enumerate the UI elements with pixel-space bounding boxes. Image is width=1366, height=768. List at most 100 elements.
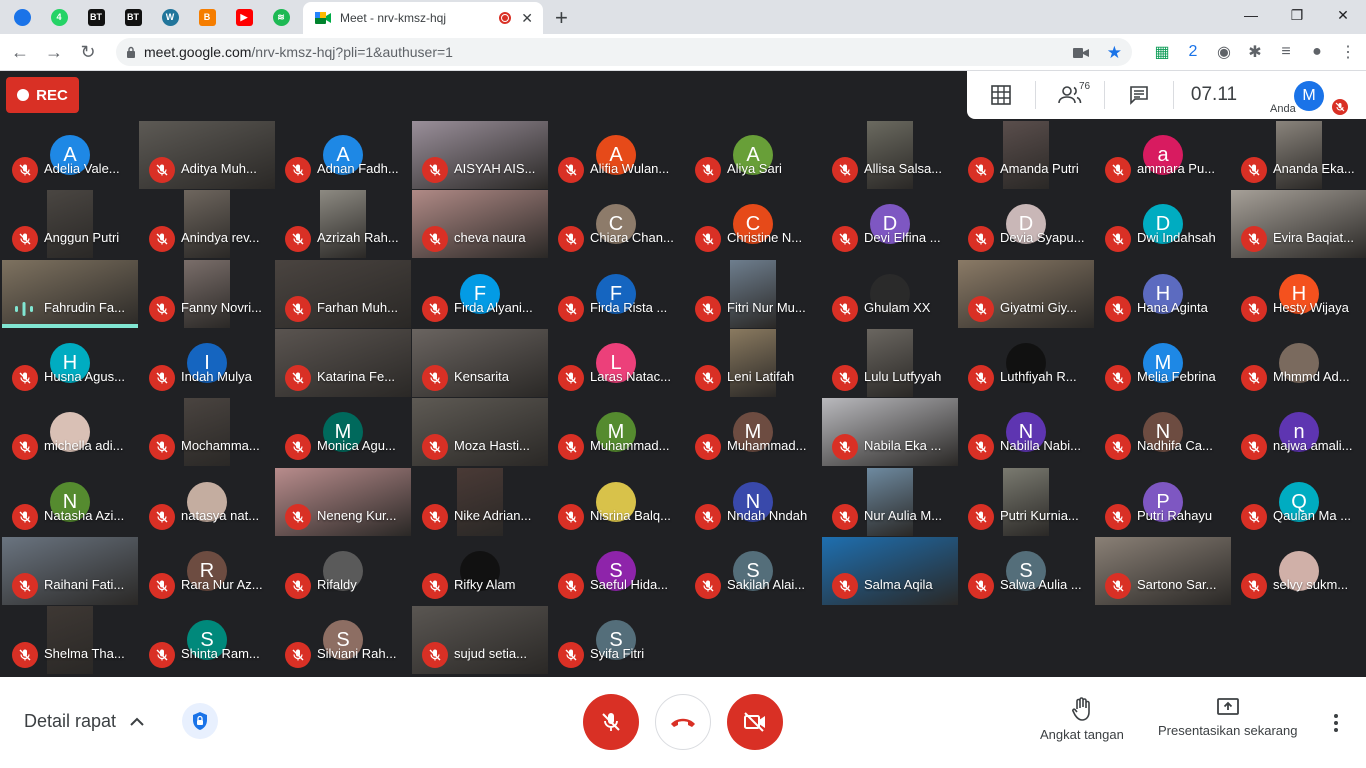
chrome-menu-icon[interactable]: ⋮ <box>1339 43 1357 61</box>
participant-tile[interactable]: C Christine N... <box>685 190 821 258</box>
participant-tile[interactable]: P Putri Rahayu <box>1095 468 1231 536</box>
participant-tile[interactable]: n najwa amali... <box>1231 398 1366 466</box>
participant-tile[interactable]: Putri Kurnia... <box>958 468 1094 536</box>
participant-tile[interactable]: S Shinta Ram... <box>139 606 275 674</box>
participant-tile[interactable]: Kensarita <box>412 329 548 397</box>
participant-tile[interactable]: N Nadhifa Ca... <box>1095 398 1231 466</box>
participant-tile[interactable]: Shelma Tha... <box>2 606 138 674</box>
participant-tile[interactable]: N Natasha Azi... <box>2 468 138 536</box>
participant-tile[interactable]: Fanny Novri... <box>139 260 275 328</box>
participant-tile[interactable]: Farhan Muh... <box>275 260 411 328</box>
participant-tile[interactable]: cheva naura <box>412 190 548 258</box>
puzzle-extension-icon[interactable]: ✱ <box>1246 43 1264 61</box>
bt-tab-2[interactable]: BT <box>118 2 148 32</box>
participant-tile[interactable]: Fahrudin Fa... <box>2 260 138 328</box>
participant-tile[interactable]: Ananda Eka... <box>1231 121 1366 189</box>
participants-button[interactable]: 76 <box>1036 71 1104 119</box>
participant-tile[interactable]: Salma Aqila <box>822 537 958 605</box>
participant-tile[interactable]: Q Qaulan Ma ... <box>1231 468 1366 536</box>
participant-tile[interactable]: Aditya Muh... <box>139 121 275 189</box>
participant-tile[interactable]: Rifky Alam <box>412 537 548 605</box>
participant-tile[interactable]: S Sakilah Alai... <box>685 537 821 605</box>
url-text[interactable]: meet.google.com/nrv-kmsz-hqj?pli=1&authu… <box>144 44 453 60</box>
close-tab-icon[interactable]: ✕ <box>521 10 533 27</box>
minimize-button[interactable]: — <box>1228 0 1274 30</box>
bookmark-star-icon[interactable]: ★ <box>1107 43 1122 63</box>
participant-tile[interactable]: M Muhammad... <box>685 398 821 466</box>
participant-tile[interactable]: Azrizah Rah... <box>275 190 411 258</box>
chat-button[interactable] <box>1105 71 1173 119</box>
maximize-button[interactable]: ❐ <box>1274 0 1320 30</box>
participant-tile[interactable]: Sartono Sar... <box>1095 537 1231 605</box>
participant-tile[interactable]: Katarina Fe... <box>275 329 411 397</box>
participant-tile[interactable]: F Firda Alyani... <box>412 260 548 328</box>
participant-tile[interactable]: Mhmmd Ad... <box>1231 329 1366 397</box>
participant-tile[interactable]: C Chiara Chan... <box>548 190 684 258</box>
participant-tile[interactable]: S Syifa Fitri <box>548 606 684 674</box>
participant-tile[interactable]: A Alifia Wulan... <box>548 121 684 189</box>
participant-tile[interactable]: H Hesty Wijaya <box>1231 260 1366 328</box>
participant-tile[interactable]: Mochamma... <box>139 398 275 466</box>
wordpress-tab[interactable]: W <box>155 2 185 32</box>
close-window-button[interactable]: ✕ <box>1320 0 1366 30</box>
participant-tile[interactable]: A Adnan Fadh... <box>275 121 411 189</box>
participant-tile[interactable]: Rifaldy <box>275 537 411 605</box>
participant-tile[interactable]: A Aliya Sari <box>685 121 821 189</box>
whatsapp-tab[interactable]: 4 <box>44 2 74 32</box>
participant-tile[interactable]: Moza Hasti... <box>412 398 548 466</box>
participant-tile[interactable]: Amanda Putri <box>958 121 1094 189</box>
participant-tile[interactable]: Nisrina Balq... <box>548 468 684 536</box>
participant-tile[interactable]: S Silviani Rah... <box>275 606 411 674</box>
self-view[interactable]: Anda M <box>1254 71 1348 119</box>
participant-tile[interactable]: Lulu Lutfyyah <box>822 329 958 397</box>
participant-tile[interactable]: Fitri Nur Mu... <box>685 260 821 328</box>
bt-tab-1[interactable]: BT <box>81 2 111 32</box>
media-control-icon[interactable]: ≡ <box>1277 43 1295 61</box>
participant-tile[interactable]: Leni Latifah <box>685 329 821 397</box>
host-controls-button[interactable] <box>182 703 218 739</box>
present-now-button[interactable]: Presentasikan sekarang <box>1158 697 1297 738</box>
participant-tile[interactable]: H Hana Aginta <box>1095 260 1231 328</box>
participant-tile[interactable]: S Salwa Aulia ... <box>958 537 1094 605</box>
more-options-button[interactable] <box>1326 711 1346 735</box>
participant-tile[interactable]: Luthfiyah R... <box>958 329 1094 397</box>
participant-tile[interactable]: M Monica Agu... <box>275 398 411 466</box>
layout-grid-button[interactable] <box>967 71 1035 119</box>
participant-tile[interactable]: I Indah Mulya <box>139 329 275 397</box>
blogger-tab[interactable]: B <box>192 2 222 32</box>
docs-extension-icon[interactable]: 2 <box>1184 43 1202 61</box>
participant-tile[interactable]: Ghulam XX <box>822 260 958 328</box>
participant-tile[interactable]: selvy sukm... <box>1231 537 1366 605</box>
sheets-extension-icon[interactable]: ▦ <box>1153 43 1171 61</box>
new-tab-button[interactable]: + <box>555 7 568 29</box>
participant-tile[interactable]: Evira Baqiat... <box>1231 190 1366 258</box>
participant-tile[interactable]: Neneng Kur... <box>275 468 411 536</box>
participant-tile[interactable]: A Adelia Vale... <box>2 121 138 189</box>
participant-tile[interactable]: D Dwi Indahsah <box>1095 190 1231 258</box>
participant-tile[interactable]: N Nndah Nndah <box>685 468 821 536</box>
participant-tile[interactable]: AISYAH AIS... <box>412 121 548 189</box>
participant-tile[interactable]: Nike Adrian... <box>412 468 548 536</box>
meeting-details-button[interactable]: Detail rapat <box>24 711 144 732</box>
participant-tile[interactable]: sujud setia... <box>412 606 548 674</box>
participant-tile[interactable]: N Nabilla Nabi... <box>958 398 1094 466</box>
lock-icon[interactable] <box>126 46 136 58</box>
camera-toggle-button[interactable] <box>727 694 783 750</box>
chat-extension-icon[interactable]: ◉ <box>1215 43 1233 61</box>
microphone-toggle-button[interactable] <box>583 694 639 750</box>
camera-in-use-icon[interactable] <box>1072 47 1089 59</box>
ministry-logo-tab[interactable] <box>7 2 37 32</box>
participant-tile[interactable]: Giyatmi Giy... <box>958 260 1094 328</box>
back-arrow-icon[interactable]: ← <box>6 38 34 66</box>
participant-tile[interactable]: R Rara Nur Az... <box>139 537 275 605</box>
participant-tile[interactable]: Anggun Putri <box>2 190 138 258</box>
participant-tile[interactable]: Anindya rev... <box>139 190 275 258</box>
address-bar[interactable]: meet.google.com/nrv-kmsz-hqj?pli=1&authu… <box>116 38 1132 66</box>
participant-tile[interactable]: F Firda Rista ... <box>548 260 684 328</box>
participant-tile[interactable]: D Devi Elfina ... <box>822 190 958 258</box>
profile-icon[interactable]: ● <box>1308 43 1326 61</box>
participant-tile[interactable]: H Husna Agus... <box>2 329 138 397</box>
participant-tile[interactable]: michella adi... <box>2 398 138 466</box>
participant-tile[interactable]: D Devia Syapu... <box>958 190 1094 258</box>
raise-hand-button[interactable]: Angkat tangan <box>1040 697 1124 742</box>
